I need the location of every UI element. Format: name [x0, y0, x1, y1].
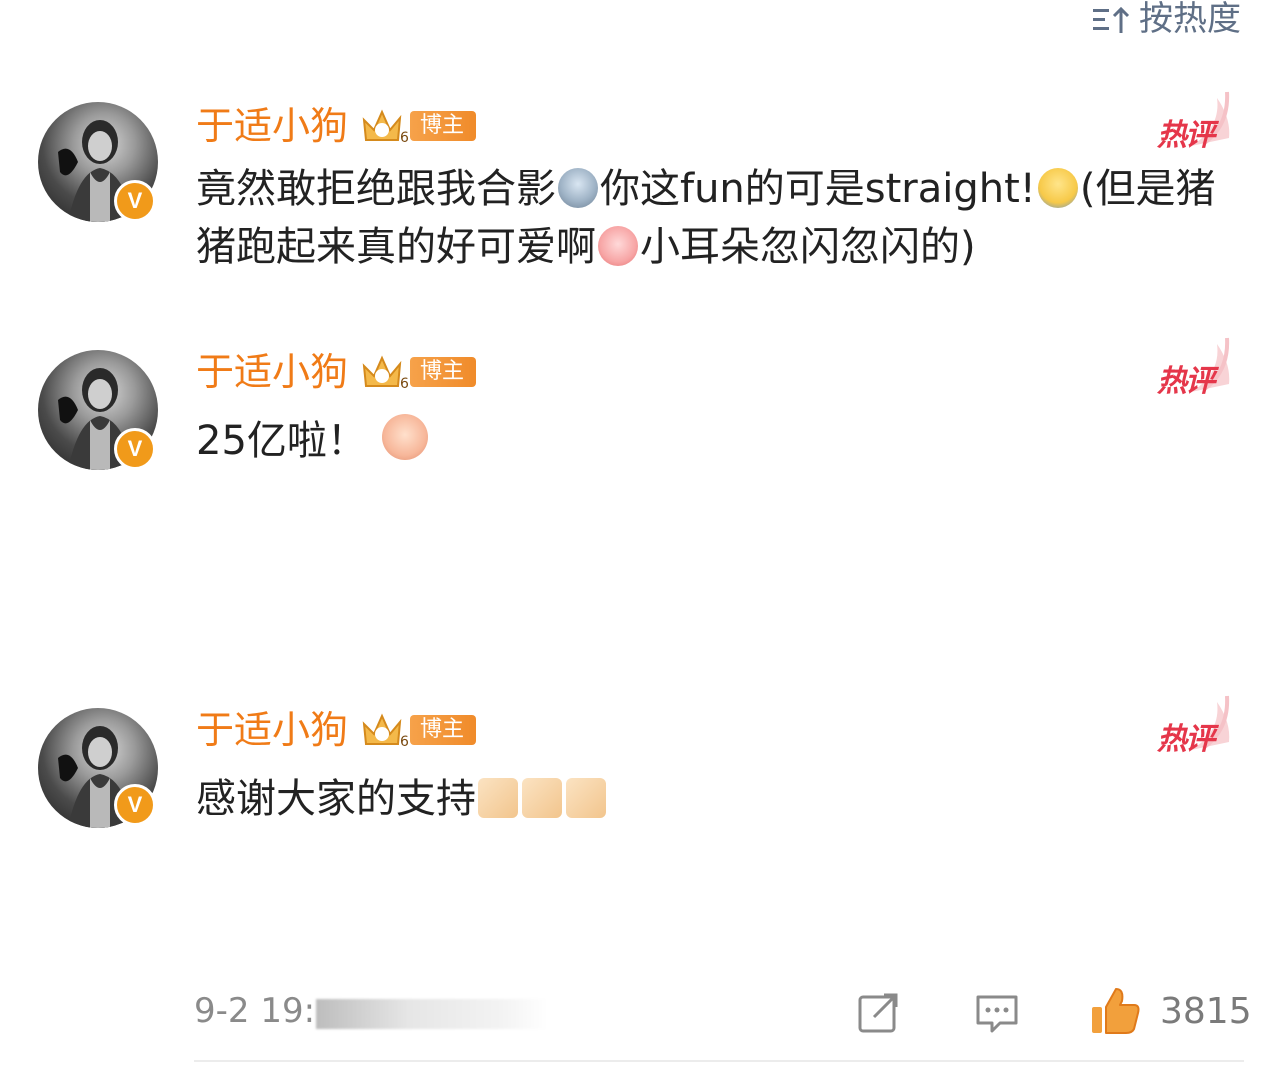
- tag-label: 博主: [410, 111, 477, 141]
- ultraman-emoji-icon: [558, 168, 598, 208]
- text-segment: 感谢大家的支持: [196, 776, 476, 822]
- comment-text: 感谢大家的支持: [196, 770, 1246, 828]
- verified-v-icon: V: [114, 428, 156, 470]
- comment-thread: 按热度 V 于适小狗 6 博主 热评 竟然敢拒绝跟我合影 你这fun的可是str…: [0, 0, 1281, 1080]
- verified-v-icon: V: [114, 784, 156, 826]
- cute-creature-emoji-icon: [381, 414, 428, 460]
- hot-comment-badge: 热评: [1151, 334, 1241, 399]
- username[interactable]: 于适小狗: [196, 350, 348, 394]
- svg-text:6: 6: [400, 376, 409, 392]
- verified-v-icon: V: [114, 180, 156, 222]
- like-count: 3815: [1160, 991, 1252, 1032]
- sort-label: 按热度: [1139, 0, 1241, 39]
- svg-text:6: 6: [400, 734, 409, 750]
- hot-comment-badge: 热评: [1151, 692, 1241, 757]
- svg-text:6: 6: [400, 130, 409, 146]
- share-icon[interactable]: [856, 991, 902, 1037]
- comment-icon[interactable]: [974, 991, 1020, 1037]
- text-segment: 竟然敢拒绝跟我合影: [196, 166, 556, 212]
- text-segment: 25亿啦！: [196, 418, 367, 464]
- username[interactable]: 于适小狗: [196, 708, 348, 752]
- tag-label: 博主: [410, 357, 477, 387]
- divider: [194, 1060, 1244, 1062]
- hot-label: 热评: [1157, 364, 1215, 399]
- username[interactable]: 于适小狗: [196, 104, 348, 148]
- pray-hands-emoji-icon: [566, 778, 606, 818]
- comment-text: 竟然敢拒绝跟我合影 你这fun的可是straight! (但是猪猪跑起来真的好可爱啊…: [196, 160, 1246, 276]
- crown-icon: 6: [362, 713, 409, 750]
- text-segment: 小耳朵忽闪忽闪的): [640, 224, 976, 270]
- comment-header: 于适小狗 6 博主: [196, 104, 477, 148]
- comment-footer: 9-2 19: 3815: [0, 985, 1281, 1045]
- pray-hands-emoji-icon: [478, 778, 518, 818]
- tag-label: 博主: [410, 715, 477, 745]
- face-emoji-icon: [1037, 168, 1078, 208]
- sort-icon: [1093, 6, 1130, 33]
- hot-comment-badge: 热评: [1151, 88, 1241, 153]
- hot-label: 热评: [1157, 722, 1215, 757]
- hot-label: 热评: [1157, 118, 1215, 153]
- timestamp: 9-2 19:: [194, 991, 316, 1031]
- comment-header: 于适小狗 6 博主: [196, 350, 477, 394]
- comment-header: 于适小狗 6 博主: [196, 708, 477, 752]
- pig-emoji-icon: [598, 226, 638, 266]
- blogger-tag: 6 博主: [360, 108, 477, 146]
- blogger-tag: 6 博主: [360, 712, 477, 750]
- blogger-tag: 6 博主: [360, 354, 477, 392]
- pray-hands-emoji-icon: [522, 778, 562, 818]
- crown-icon: 6: [362, 355, 409, 392]
- comment-text: 25亿啦！: [196, 412, 1246, 470]
- like-icon[interactable]: [1090, 985, 1142, 1037]
- sort-by-hot-button[interactable]: 按热度: [1091, 0, 1241, 38]
- blurred-region: [316, 999, 548, 1029]
- text-segment: 你这fun的可是straight!: [600, 166, 1036, 212]
- crown-icon: 6: [362, 109, 409, 146]
